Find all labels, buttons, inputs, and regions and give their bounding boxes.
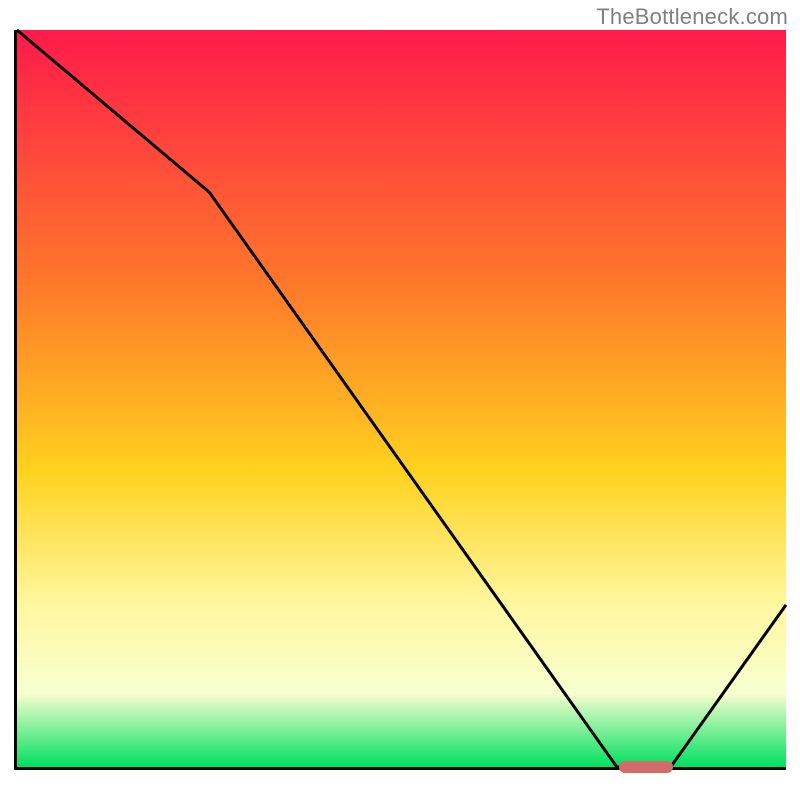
chart-background <box>17 30 786 767</box>
optimal-range-marker <box>619 761 673 773</box>
chart-svg <box>17 30 786 767</box>
chart-plot-area <box>14 30 786 770</box>
watermark-text: TheBottleneck.com <box>596 4 788 30</box>
